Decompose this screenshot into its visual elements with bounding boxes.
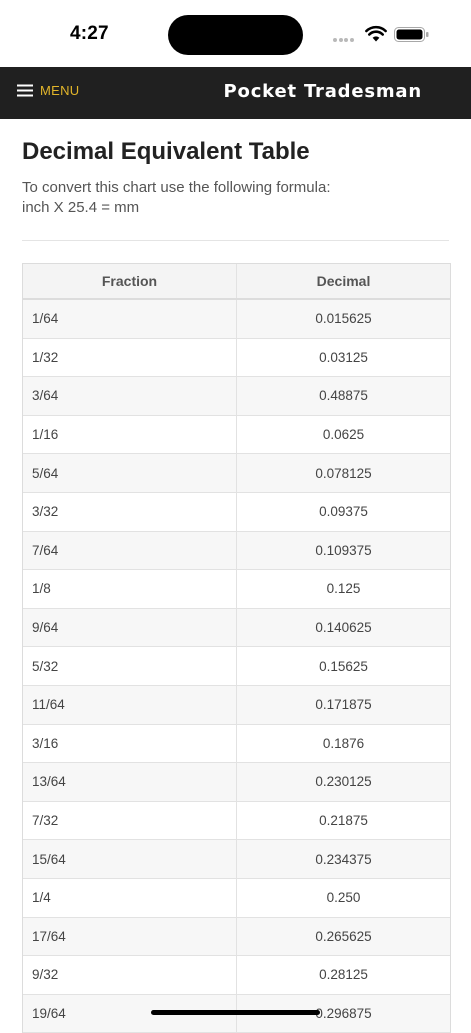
fraction-cell: 9/64 <box>23 608 237 648</box>
table-body: 1/64 0.015625 1/32 0.03125 3/64 0.48875 1/16 0.… <box>23 299 450 1033</box>
hamburger-icon <box>17 84 33 97</box>
decimal-cell: 0.109375 <box>236 531 450 571</box>
fraction-cell: 11/64 <box>23 685 237 725</box>
signal-icon <box>333 38 354 42</box>
table-row: 3/16 0.1876 <box>23 724 450 764</box>
intro-text: To convert this chart use the following … <box>22 178 330 218</box>
menu-label: MENU <box>40 83 80 98</box>
app-header: MENU Pocket Tradesman <box>0 67 471 119</box>
decimal-cell: 0.0625 <box>236 415 450 455</box>
dynamic-island <box>168 15 303 55</box>
decimal-cell: 0.21875 <box>236 801 450 841</box>
brand-logo[interactable]: Pocket Tradesman <box>224 81 422 102</box>
fraction-cell: 3/64 <box>23 376 237 416</box>
table-row: 11/64 0.171875 <box>23 685 450 725</box>
status-time: 4:27 <box>70 23 109 44</box>
column-header-decimal: Decimal <box>236 264 450 300</box>
home-indicator[interactable] <box>151 1010 320 1015</box>
fraction-cell: 9/32 <box>23 955 237 995</box>
menu-button[interactable]: MENU <box>17 83 79 98</box>
battery-icon <box>394 27 429 42</box>
table-row: 1/4 0.250 <box>23 878 450 918</box>
fraction-cell: 1/8 <box>23 569 237 609</box>
fraction-cell: 1/32 <box>23 338 237 378</box>
table-row: 5/32 0.15625 <box>23 646 450 686</box>
fraction-cell: 15/64 <box>23 839 237 879</box>
decimal-cell: 0.230125 <box>236 762 450 802</box>
decimal-cell: 0.1876 <box>236 724 450 764</box>
decimal-cell: 0.09375 <box>236 492 450 532</box>
decimal-cell: 0.15625 <box>236 646 450 686</box>
fraction-cell: 3/16 <box>23 724 237 764</box>
intro-line-2: inch X 25.4 = mm <box>22 199 140 216</box>
table-row: 1/8 0.125 <box>23 569 450 609</box>
decimal-cell: 0.140625 <box>236 608 450 648</box>
decimal-cell: 0.48875 <box>236 376 450 416</box>
table-header-row: Fraction Decimal <box>23 264 450 300</box>
fraction-cell: 1/64 <box>23 299 237 339</box>
decimal-cell: 0.234375 <box>236 839 450 879</box>
decimal-table: Fraction Decimal 1/64 0.015625 1/32 0.03125… <box>22 263 451 1033</box>
fraction-cell: 5/64 <box>23 453 237 493</box>
table-row: 15/64 0.234375 <box>23 839 450 879</box>
divider <box>22 240 449 241</box>
table-row: 7/64 0.109375 <box>23 531 450 571</box>
intro-line-1: To convert this chart use the following … <box>22 179 331 196</box>
fraction-cell: 3/32 <box>23 492 237 532</box>
decimal-cell: 0.28125 <box>236 955 450 995</box>
decimal-cell: 0.171875 <box>236 685 450 725</box>
decimal-cell: 0.015625 <box>236 299 450 339</box>
decimal-cell: 0.250 <box>236 878 450 918</box>
table-row: 3/64 0.48875 <box>23 376 450 416</box>
decimal-cell: 0.03125 <box>236 338 450 378</box>
table-row: 1/16 0.0625 <box>23 415 450 455</box>
fraction-cell: 1/4 <box>23 878 237 918</box>
fraction-cell: 13/64 <box>23 762 237 802</box>
fraction-cell: 5/32 <box>23 646 237 686</box>
table-row: 1/64 0.015625 <box>23 299 450 339</box>
decimal-cell: 0.125 <box>236 569 450 609</box>
decimal-cell: 0.265625 <box>236 917 450 957</box>
fraction-cell: 17/64 <box>23 917 237 957</box>
fraction-cell: 1/16 <box>23 415 237 455</box>
page-title: Decimal Equivalent Table <box>22 138 310 165</box>
table-row: 9/64 0.140625 <box>23 608 450 648</box>
table-row: 3/32 0.09375 <box>23 492 450 532</box>
fraction-cell: 7/64 <box>23 531 237 571</box>
table-row: 1/32 0.03125 <box>23 338 450 378</box>
fraction-cell: 7/32 <box>23 801 237 841</box>
column-header-fraction: Fraction <box>23 264 237 300</box>
decimal-cell: 0.078125 <box>236 453 450 493</box>
wifi-icon <box>365 25 387 42</box>
table-row: 5/64 0.078125 <box>23 453 450 493</box>
table-row: 9/32 0.28125 <box>23 955 450 995</box>
status-bar: 4:27 <box>0 0 471 67</box>
table-row: 17/64 0.265625 <box>23 917 450 957</box>
table-row: 7/32 0.21875 <box>23 801 450 841</box>
table-row: 13/64 0.230125 <box>23 762 450 802</box>
